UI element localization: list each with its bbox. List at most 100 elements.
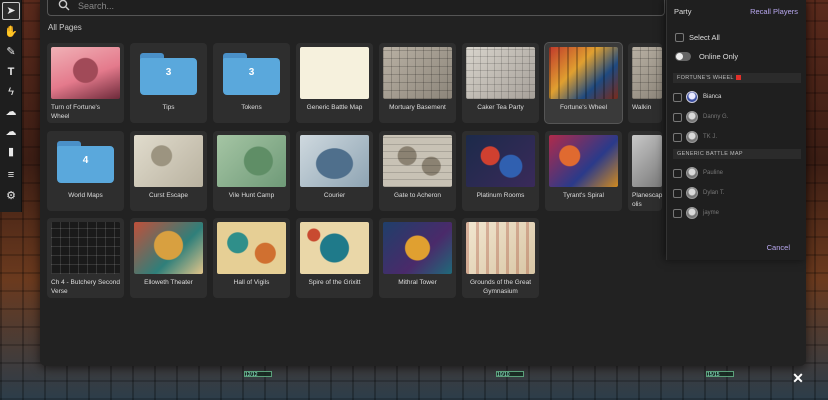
note-icon[interactable]: ▮ xyxy=(2,143,20,161)
lightning-icon[interactable]: ϟ xyxy=(2,83,20,101)
party-title: Party xyxy=(674,7,692,16)
card-label: Grounds of the Great Gymnasium xyxy=(469,279,532,295)
hp-value: 15/15 xyxy=(707,372,720,378)
cloud-icon[interactable]: ☁ xyxy=(2,123,20,141)
map-card[interactable]: Curst Escape xyxy=(130,131,207,211)
avatar xyxy=(686,187,698,199)
card-label: World Maps xyxy=(68,192,103,199)
search-icon xyxy=(58,0,70,11)
player-name: TK J. xyxy=(703,134,718,140)
card-label: Spire of the Grixitt xyxy=(308,279,361,286)
map-card[interactable]: Mortuary Basement xyxy=(379,43,456,123)
map-thumbnail xyxy=(549,135,618,187)
map-thumbnail xyxy=(383,222,452,274)
card-label: Tips xyxy=(162,104,175,111)
map-card[interactable]: Fortune's Wheel xyxy=(545,43,622,123)
cancel-button[interactable]: Cancel xyxy=(767,243,790,252)
folder-count: 4 xyxy=(82,155,89,166)
folder-count: 3 xyxy=(248,67,255,78)
avatar xyxy=(686,91,698,103)
flag-icon xyxy=(735,75,741,81)
player-checkbox[interactable] xyxy=(673,189,682,198)
folder-card[interactable]: 3 Tips xyxy=(130,43,207,123)
map-thumbnail xyxy=(300,47,369,99)
hp-value: 10/10 xyxy=(497,372,510,378)
text-icon[interactable]: T xyxy=(2,63,20,81)
token-hp-bar: 15/15 xyxy=(706,371,734,378)
card-label: Turn of Fortune's Wheel xyxy=(51,104,101,120)
player-checkbox[interactable] xyxy=(673,133,682,142)
select-all-checkbox[interactable] xyxy=(675,33,684,42)
map-card[interactable]: Vile Hunt Camp xyxy=(213,131,290,211)
map-card[interactable]: Courier xyxy=(296,131,373,211)
select-all-label: Select All xyxy=(689,33,720,42)
map-thumbnail xyxy=(466,135,535,187)
card-label: Tyrant's Spiral xyxy=(563,192,604,199)
list-icon[interactable]: ≡ xyxy=(2,166,20,184)
player-checkbox[interactable] xyxy=(673,113,682,122)
card-label: Platinum Rooms xyxy=(476,192,525,199)
player-name: jayme xyxy=(703,210,720,216)
map-card[interactable]: Mithral Tower xyxy=(379,218,456,298)
card-label: Planescap olis xyxy=(632,192,663,208)
group-header-generic-battle-map: GENERIC BATTLE MAP xyxy=(673,149,801,159)
avatar xyxy=(686,131,698,143)
player-checkbox[interactable] xyxy=(673,93,682,102)
map-card[interactable]: Elloweth Theater xyxy=(130,218,207,298)
map-thumbnail xyxy=(300,222,369,274)
recall-players-button[interactable]: Recall Players xyxy=(750,7,798,16)
map-thumbnail xyxy=(300,135,369,187)
card-label: Mithral Tower xyxy=(398,279,437,286)
card-label: Curst Escape xyxy=(148,192,189,199)
close-icon[interactable]: ✕ xyxy=(790,370,806,386)
folder-card[interactable]: 4 World Maps xyxy=(47,131,124,211)
online-only-toggle[interactable] xyxy=(675,52,691,61)
player-checkbox[interactable] xyxy=(673,209,682,218)
settings-icon[interactable]: ⚙ xyxy=(2,187,20,205)
party-panel: Party Recall Players Select All Online O… xyxy=(666,0,806,260)
map-card[interactable]: Generic Battle Map xyxy=(296,43,373,123)
map-card[interactable]: Gate to Acheron xyxy=(379,131,456,211)
map-card[interactable]: Spire of the Grixitt xyxy=(296,218,373,298)
map-card[interactable]: Grounds of the Great Gymnasium xyxy=(462,218,539,298)
folder-card[interactable]: 3 Tokens xyxy=(213,43,290,123)
player-checkbox[interactable] xyxy=(673,169,682,178)
map-thumbnail xyxy=(383,135,452,187)
map-card[interactable]: Ch 4 - Butchery Second Verse xyxy=(47,218,124,298)
avatar xyxy=(686,207,698,219)
folder-icon: 4 xyxy=(57,141,114,183)
map-thumbnail xyxy=(466,222,535,274)
map-thumbnail xyxy=(383,47,452,99)
map-thumbnail xyxy=(466,47,535,99)
card-label: Generic Battle Map xyxy=(306,104,363,111)
map-card[interactable]: Tyrant's Spiral xyxy=(545,131,622,211)
player-name: Bianca xyxy=(703,94,722,100)
folder-icon: 3 xyxy=(223,53,280,95)
player-name: Dylan T. xyxy=(703,190,725,196)
map-thumbnail xyxy=(217,222,286,274)
search-input[interactable] xyxy=(78,0,638,14)
map-card[interactable]: Planescap olis xyxy=(628,131,662,211)
map-card[interactable]: Turn of Fortune's Wheel xyxy=(47,43,124,123)
folder-count: 3 xyxy=(165,67,172,78)
player-name: Danny G. xyxy=(703,114,729,120)
card-label: Hall of Vigils xyxy=(233,279,270,286)
map-card[interactable]: Platinum Rooms xyxy=(462,131,539,211)
map-card[interactable]: Caker Tea Party xyxy=(462,43,539,123)
map-card[interactable]: Hall of Vigils xyxy=(213,218,290,298)
map-thumbnail xyxy=(134,135,203,187)
section-title: All Pages xyxy=(48,23,82,32)
folder-icon: 3 xyxy=(140,53,197,95)
fog-icon[interactable]: ☁ xyxy=(2,103,20,121)
group-header-fortunes-wheel: FORTUNE'S WHEEL xyxy=(673,73,801,83)
hp-value: 12/12 xyxy=(245,372,258,378)
map-thumbnail xyxy=(134,222,203,274)
cursor-icon[interactable]: ➤ xyxy=(2,2,20,20)
card-label: Elloweth Theater xyxy=(144,279,193,286)
brush-icon[interactable]: ✎ xyxy=(2,43,20,61)
hand-icon[interactable]: ✋ xyxy=(2,23,20,41)
map-card[interactable]: Walkin xyxy=(628,43,662,123)
card-label: Ch 4 - Butchery Second Verse xyxy=(51,279,121,295)
map-thumbnail xyxy=(51,47,120,99)
search-bar[interactable] xyxy=(47,0,665,16)
